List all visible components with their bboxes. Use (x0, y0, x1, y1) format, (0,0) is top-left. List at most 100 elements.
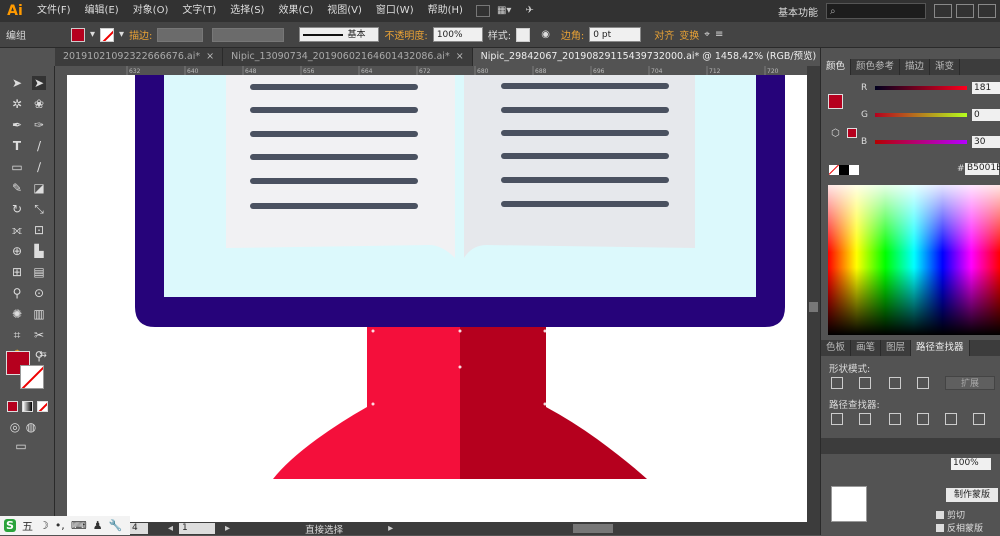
corner-input[interactable]: 0 pt (589, 27, 642, 42)
tab-gradient[interactable]: 渐变 (930, 59, 961, 75)
eraser-tool-icon[interactable]: ◪ (32, 181, 46, 195)
draw-normal-icon[interactable]: ◎ (8, 420, 22, 434)
tab-stroke[interactable]: 描边 (900, 59, 931, 75)
status-menu-icon[interactable]: ▸ (388, 523, 393, 534)
opacity-label[interactable]: 不透明度: (384, 27, 427, 42)
width-tool-icon[interactable]: ⟗ (10, 223, 24, 237)
search-input[interactable]: ⌕ (826, 3, 926, 19)
input-method-icon[interactable]: S (4, 519, 16, 532)
corner-label[interactable]: 边角: (561, 27, 584, 42)
line-tool-icon[interactable]: / (32, 139, 46, 153)
minus-front-icon[interactable] (859, 377, 871, 389)
expand-button[interactable]: 扩展 (945, 376, 995, 390)
doc-tab-3[interactable]: Nipic_29842067_20190829115439732000.ai* … (472, 48, 840, 66)
stroke-label[interactable]: 描边: (129, 27, 152, 42)
magic-wand-tool-icon[interactable]: ✲ (10, 97, 24, 111)
cube-icon[interactable]: ⬡ (831, 128, 840, 139)
align-label[interactable]: 对齐 (654, 27, 674, 42)
menu-view[interactable]: 视图(V) (320, 0, 369, 22)
close-button[interactable] (978, 4, 996, 18)
outline-icon[interactable] (945, 413, 957, 425)
menu-select[interactable]: 选择(S) (223, 0, 271, 22)
next-artboard-icon[interactable]: ▸ (225, 523, 230, 534)
graphic-style-swatch[interactable] (516, 27, 531, 42)
clip-checkbox[interactable]: 剪切 (936, 508, 965, 521)
user-icon[interactable]: ♟ (93, 519, 103, 532)
green-slider[interactable]: G 0 (861, 109, 1000, 121)
zoom-field[interactable]: 4 (130, 523, 148, 534)
tab-color[interactable]: 颜色 (821, 59, 852, 75)
workspace-switcher[interactable]: 基本功能 (770, 4, 826, 19)
close-icon[interactable]: × (206, 51, 214, 62)
red-value[interactable]: 181 (972, 82, 1000, 94)
tab-color-guide[interactable]: 颜色参考 (851, 59, 901, 75)
vertical-scrollbar[interactable] (807, 66, 820, 522)
menu-window[interactable]: 窗口(W) (369, 0, 421, 22)
hex-input[interactable]: B5001E (965, 163, 1000, 175)
menu-file[interactable]: 文件(F) (30, 0, 78, 22)
none-mode-button[interactable] (37, 401, 48, 412)
stroke-color-box[interactable] (20, 365, 44, 389)
graph-tool-icon[interactable]: ▥ (32, 307, 46, 321)
symbol-sprayer-tool-icon[interactable]: ✺ (10, 307, 24, 321)
exclude-icon[interactable] (917, 377, 929, 389)
tab-pathfinder[interactable]: 路径查找器 (911, 340, 970, 356)
screen-mode-icon[interactable]: ▭ (14, 439, 28, 453)
wrench-icon[interactable]: 🔧 (109, 519, 123, 532)
stroke-weight-dropdown[interactable] (157, 27, 204, 42)
punctuation-icon[interactable]: •, (55, 519, 65, 532)
keyboard-icon[interactable]: ⌨ (71, 519, 87, 532)
ime-mode-label[interactable]: 五 (22, 518, 33, 534)
draw-behind-icon[interactable]: ◍ (24, 420, 38, 434)
direct-selection-tool-icon[interactable]: ➤ (32, 76, 46, 90)
divide-icon[interactable] (831, 413, 843, 425)
minimize-button[interactable] (934, 4, 952, 18)
artboard-tool-icon[interactable]: ⌗ (10, 328, 24, 342)
menu-type[interactable]: 文字(T) (175, 0, 223, 22)
unite-icon[interactable] (831, 377, 843, 389)
tab-layers[interactable]: 图层 (881, 340, 912, 356)
horizontal-scroll-thumb[interactable] (573, 524, 614, 533)
panel-menu-icon[interactable]: ≡ (715, 29, 723, 40)
out-of-gamut-swatch[interactable] (847, 128, 857, 138)
opacity-input[interactable]: 100% (432, 27, 483, 42)
maximize-button[interactable] (956, 4, 974, 18)
shape-builder-tool-icon[interactable]: ⊕ (10, 244, 24, 258)
lasso-tool-icon[interactable]: ❀ (32, 97, 46, 111)
tab-swatches[interactable]: 色板 (821, 340, 852, 356)
live-paint-tool-icon[interactable]: ▙ (32, 244, 46, 258)
doc-tab-2[interactable]: Nipic_13090734_20190602164601432086.ai* × (223, 48, 473, 66)
red-slider[interactable]: R 181 (861, 82, 1000, 94)
bridge-icon[interactable] (475, 5, 490, 17)
blend-tool-icon[interactable]: ⊙ (32, 286, 46, 300)
variable-width-dropdown[interactable] (212, 27, 285, 42)
crop-icon[interactable] (917, 413, 929, 425)
scale-tool-icon[interactable]: ⤡ (32, 202, 46, 216)
perspective-grid-tool-icon[interactable]: ⊞ (10, 265, 24, 279)
isolate-icon[interactable]: ⌖ (704, 29, 710, 40)
scroll-thumb[interactable] (809, 302, 818, 312)
page-field[interactable]: 1 (179, 523, 216, 534)
stroke-profile-dropdown[interactable]: 基本 (299, 27, 380, 42)
swap-fill-stroke-icon[interactable]: ⇆ (36, 348, 50, 362)
recolor-icon[interactable]: ◉ (541, 29, 550, 40)
blue-slider[interactable]: B 30 (861, 136, 1000, 148)
curvature-tool-icon[interactable]: ✑ (32, 118, 46, 132)
menu-help[interactable]: 帮助(H) (421, 0, 470, 22)
paintbrush-tool-icon[interactable]: ∕ (32, 160, 46, 174)
mask-thumbnail[interactable] (831, 486, 867, 522)
type-tool-icon[interactable]: T (10, 139, 24, 153)
menu-object[interactable]: 对象(O) (126, 0, 176, 22)
black-swatch[interactable] (839, 165, 849, 175)
arrange-documents-icon[interactable]: ▦▾ (490, 0, 518, 22)
minus-back-icon[interactable] (973, 413, 985, 425)
intersect-icon[interactable] (889, 377, 901, 389)
invert-mask-checkbox[interactable]: 反相蒙版 (936, 521, 983, 534)
slice-tool-icon[interactable]: ✂ (32, 328, 46, 342)
none-swatch[interactable] (829, 165, 839, 175)
doc-tab-1[interactable]: 20191021092322666676.ai* × (55, 48, 224, 66)
white-swatch[interactable] (849, 165, 859, 175)
close-icon[interactable]: × (456, 51, 464, 62)
rotate-tool-icon[interactable]: ↻ (10, 202, 24, 216)
menu-effect[interactable]: 效果(C) (271, 0, 320, 22)
